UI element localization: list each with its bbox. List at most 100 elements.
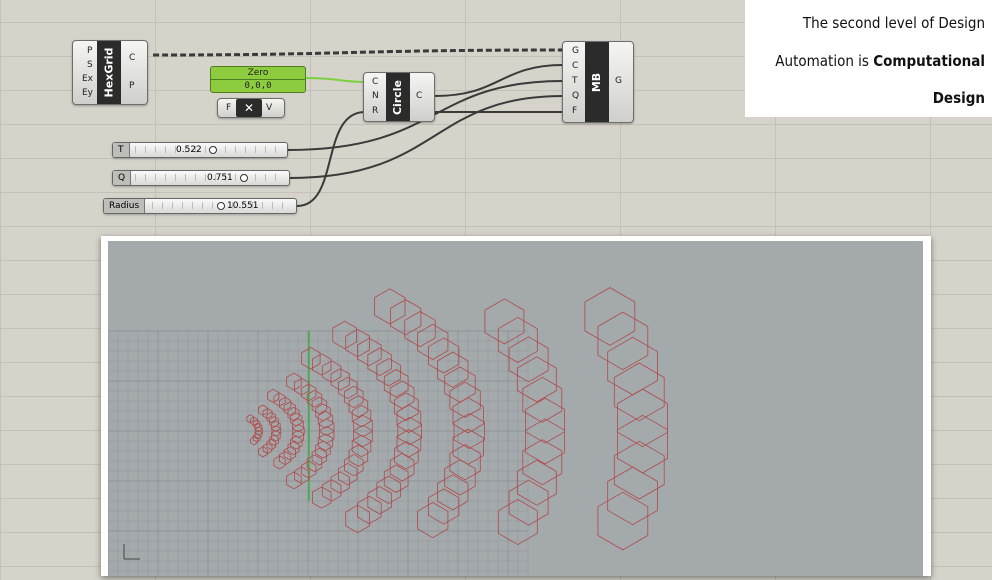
hex-cell	[613, 362, 665, 422]
mb-input-c[interactable]: C	[572, 61, 578, 71]
slider-t[interactable]: T 0.522	[112, 142, 288, 158]
zero-panel[interactable]: Zero 0,0,0	[210, 66, 306, 93]
hexgrid-core[interactable]: HexGrid	[97, 41, 121, 104]
hex-cell	[437, 351, 469, 388]
circle-component[interactable]: C N R Circle C	[363, 72, 435, 122]
hex-cell	[389, 299, 422, 336]
mb-input-g[interactable]: G	[572, 46, 579, 56]
circle-input-n[interactable]: N	[372, 91, 379, 101]
hexgrid-title: HexGrid	[102, 47, 116, 98]
construction-grid	[107, 330, 529, 576]
slider-radius-knob[interactable]	[217, 202, 225, 210]
vector-core[interactable]: ✕	[236, 99, 262, 117]
hex-mesh-pattern	[246, 287, 668, 551]
hex-cell	[301, 347, 321, 370]
circle-core[interactable]: Circle	[386, 73, 410, 121]
hex-cell	[613, 440, 665, 500]
slider-radius-label: Radius	[104, 199, 146, 213]
hexgrid-component[interactable]: P S Ex Ey HexGrid C P	[72, 40, 148, 105]
hex-cell	[508, 479, 549, 526]
hex-cell	[330, 368, 351, 391]
hex-cell	[417, 323, 449, 360]
hex-cell	[376, 475, 402, 505]
hex-cell	[267, 388, 280, 403]
hexgrid-input-ey[interactable]: Ey	[82, 88, 93, 98]
hex-cell	[249, 436, 258, 446]
circle-input-c[interactable]: C	[372, 77, 378, 87]
hexgrid-input-s[interactable]: S	[87, 60, 93, 70]
hex-cell	[337, 376, 358, 400]
hex-cell	[311, 353, 332, 376]
hex-cell	[444, 459, 476, 496]
caption-line-2: Automation is Computational	[775, 52, 985, 70]
hex-cell	[330, 471, 351, 494]
slider-t-knob[interactable]	[209, 146, 217, 154]
rhino-viewport[interactable]	[101, 236, 931, 576]
hex-cell	[508, 336, 549, 383]
hex-cell	[374, 288, 406, 325]
hex-cell	[337, 462, 358, 486]
caption-line-3: Design	[932, 89, 985, 107]
slider-t-track[interactable]	[135, 146, 281, 153]
vector-output-v[interactable]: V	[266, 103, 272, 113]
mb-component[interactable]: G C T Q F MB G	[562, 41, 634, 123]
vector-symbol-icon: ✕	[243, 101, 255, 115]
mb-input-t[interactable]: T	[572, 76, 578, 86]
caption-box: The second level of Design Automation is…	[745, 0, 992, 117]
hex-cell	[286, 471, 302, 490]
hex-cell	[286, 372, 302, 391]
mb-output-g[interactable]: G	[615, 76, 622, 86]
hex-cell	[311, 396, 328, 415]
hex-cell	[404, 311, 436, 348]
wire-circle-to-mb	[434, 64, 564, 97]
zero-value: 0,0,0	[244, 81, 272, 91]
slider-radius-value: 10.551	[227, 201, 259, 211]
wire-radius-to-circle	[296, 111, 366, 207]
mb-input-f[interactable]: F	[572, 106, 577, 116]
hex-cell	[597, 311, 649, 371]
slider-q-value: 0.751	[207, 173, 233, 183]
hex-cell	[389, 453, 415, 482]
caption-line-2-prefix: Automation is	[775, 52, 874, 70]
hex-cell	[584, 287, 636, 346]
zero-title: Zero	[211, 67, 305, 80]
hexgrid-input-ex[interactable]: Ex	[82, 74, 93, 84]
hex-cell	[427, 337, 460, 374]
vector-component[interactable]: F ✕ V	[217, 98, 285, 118]
wire-hexgrid-to-mb	[152, 48, 564, 57]
slider-radius[interactable]: Radius 10.551	[103, 198, 297, 214]
hex-cell	[417, 502, 449, 539]
caption-line-2-bold: Computational	[873, 52, 985, 70]
hexgrid-input-p[interactable]: P	[87, 46, 92, 56]
hex-cell	[376, 357, 402, 387]
mb-core[interactable]: MB	[585, 42, 609, 122]
hex-cell	[389, 380, 415, 409]
slider-q[interactable]: Q 0.751	[112, 170, 290, 186]
slider-q-label: Q	[113, 171, 132, 185]
hexgrid-output-p[interactable]: P	[129, 81, 134, 91]
hex-cell	[283, 446, 296, 461]
hex-cell	[607, 466, 658, 526]
wire-zero-to-circle	[304, 77, 366, 83]
hex-cell	[311, 447, 328, 466]
mb-input-q[interactable]: Q	[572, 91, 579, 101]
mb-title: MB	[590, 72, 604, 92]
hex-cell	[283, 401, 296, 416]
hexgrid-output-c[interactable]: C	[129, 53, 135, 63]
hex-cell	[332, 320, 358, 350]
hex-cell	[311, 486, 332, 509]
slider-t-label: T	[113, 143, 130, 157]
viewport-canvas[interactable]	[107, 241, 923, 576]
caption-line-1: The second level of Design	[802, 14, 985, 32]
slider-q-knob[interactable]	[240, 174, 248, 182]
hex-cell	[617, 414, 668, 474]
hex-cell	[617, 388, 668, 448]
axis-gizmo-icon	[123, 544, 140, 560]
circle-input-r[interactable]: R	[372, 106, 378, 116]
viewport-screen[interactable]	[107, 241, 923, 576]
vector-input-f[interactable]: F	[226, 103, 231, 113]
circle-output-c[interactable]: C	[416, 91, 422, 101]
hex-cell	[597, 491, 649, 551]
hex-cell	[427, 488, 460, 525]
hex-cell	[444, 366, 476, 403]
